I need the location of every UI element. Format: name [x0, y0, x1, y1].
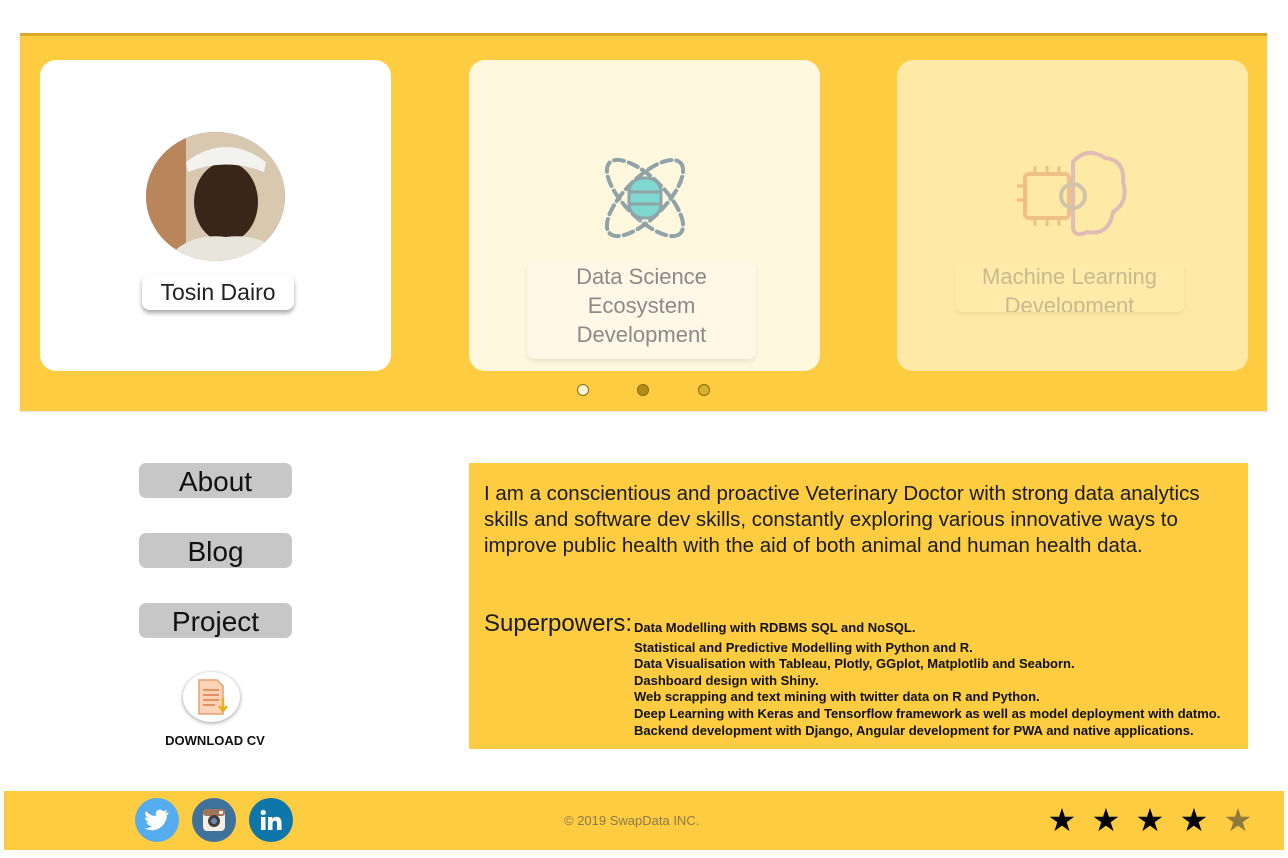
superpower-item: Deep Learning with Keras and Tensorflow … [634, 705, 1221, 721]
profile-card: Tosin Dairo [40, 60, 391, 371]
carousel-dot-1[interactable] [577, 384, 589, 396]
carousel-card-label: Data Science Ecosystem Development [527, 260, 756, 359]
document-download-icon[interactable] [183, 672, 240, 722]
about-button[interactable]: About [139, 463, 292, 498]
blog-button[interactable]: Blog [139, 533, 292, 568]
star-icon-filled[interactable]: ★ [1040, 800, 1084, 840]
profile-name: Tosin Dairo [142, 274, 294, 310]
superpower-item: Dashboard design with Shiny. [634, 672, 819, 688]
linkedin-icon[interactable] [249, 798, 293, 842]
copyright-text: © 2019 SwapData INC. [564, 813, 700, 828]
carousel-dot-3[interactable] [698, 384, 710, 396]
bio-section: I am a conscientious and proactive Veter… [469, 463, 1248, 749]
superpowers-list: Data Modelling with RDBMS SQL and NoSQL.… [634, 620, 1220, 739]
superpowers-label: Superpowers: [484, 610, 633, 637]
hero-carousel: Tosin Dairo Data Science Ecosystem Devel… [20, 33, 1267, 411]
carousel-card-machine-learning[interactable]: Machine Learning Development [897, 60, 1248, 371]
machine-learning-icon [1017, 142, 1129, 254]
twitter-icon[interactable] [135, 798, 179, 842]
superpower-item: Data Modelling with RDBMS SQL and NoSQL. [634, 620, 916, 635]
project-button[interactable]: Project [139, 603, 292, 638]
footer: © 2019 SwapData INC. ★ ★ ★ ★ ★ [4, 791, 1284, 850]
star-icon-filled[interactable]: ★ [1128, 800, 1172, 840]
star-rating[interactable]: ★ ★ ★ ★ ★ [1040, 800, 1260, 840]
star-icon-empty[interactable]: ★ [1216, 800, 1260, 840]
superpower-item: Backend development with Django, Angular… [634, 722, 1194, 738]
carousel-card-data-science[interactable]: Data Science Ecosystem Development [469, 60, 820, 371]
bio-text: I am a conscientious and proactive Veter… [484, 482, 1200, 557]
star-icon-filled[interactable]: ★ [1172, 800, 1216, 840]
profile-avatar [146, 132, 285, 261]
data-science-icon [589, 142, 701, 254]
instagram-icon[interactable] [192, 798, 236, 842]
star-icon-filled[interactable]: ★ [1084, 800, 1128, 840]
carousel-card-label: Machine Learning Development [955, 260, 1184, 312]
superpower-item: Data Visualisation with Tableau, Plotly,… [634, 656, 1075, 672]
download-cv-label[interactable]: DOWNLOAD CV [150, 733, 280, 748]
superpower-item: Web scrapping and text mining with twitt… [634, 689, 1040, 705]
carousel-dot-2[interactable] [637, 384, 649, 396]
superpower-item: Statistical and Predictive Modelling wit… [634, 639, 973, 655]
